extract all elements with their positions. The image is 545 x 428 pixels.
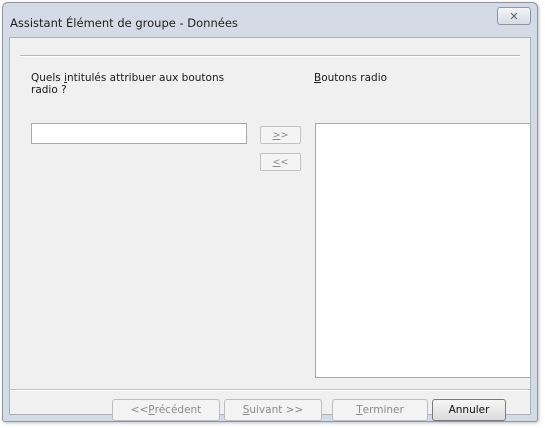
title-bar[interactable]: Assistant Élément de groupe - Données ✕ (3, 3, 537, 37)
close-icon: ✕ (509, 9, 519, 23)
window-title: Assistant Élément de groupe - Données (10, 16, 238, 30)
radio-buttons-label: Boutons radio (314, 72, 388, 84)
cancel-button[interactable]: Annuler (432, 399, 506, 421)
next-button[interactable]: Suivant >> (224, 399, 322, 421)
previous-button[interactable]: << Précédent (112, 399, 220, 421)
radio-buttons-list[interactable] (315, 123, 531, 378)
close-button[interactable]: ✕ (497, 7, 531, 25)
footer-divider (10, 389, 530, 391)
labels-prompt: Quels intitulés attribuer aux boutons ra… (31, 72, 225, 96)
header-divider (20, 55, 520, 57)
dialog-content: Quels intitulés attribuer aux boutons ra… (9, 37, 531, 421)
remove-label-button[interactable]: < < (260, 153, 301, 171)
finish-button[interactable]: Terminer (332, 399, 428, 421)
dialog-window: Assistant Élément de groupe - Données ✕ … (2, 2, 538, 422)
label-input[interactable] (31, 123, 247, 144)
add-label-button[interactable]: > > (260, 126, 301, 144)
